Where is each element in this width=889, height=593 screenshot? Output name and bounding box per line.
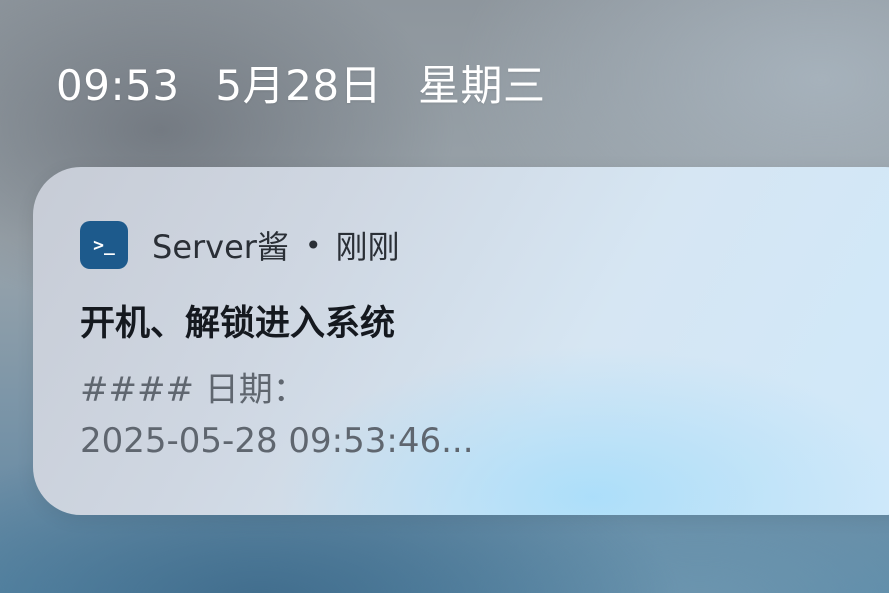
terminal-icon: >_ bbox=[80, 221, 128, 269]
separator-dot: • bbox=[304, 228, 322, 262]
notification-header: >_ Server酱 • 刚刚 bbox=[80, 221, 399, 269]
notification-time: 刚刚 bbox=[335, 228, 400, 266]
notification-body-line-2: 2025-05-28 09:53:46... bbox=[80, 421, 474, 461]
notification-card[interactable]: >_ Server酱 • 刚刚 开机、解锁进入系统 #### 日期： 2025-… bbox=[33, 167, 889, 515]
notification-body-line-1: #### 日期： bbox=[80, 370, 307, 410]
lockscreen-clock: 09:53 5月28日 星期三 bbox=[56, 52, 545, 113]
clock-date: 5月28日 bbox=[215, 61, 383, 110]
app-name: Server酱 bbox=[152, 228, 289, 266]
clock-weekday: 星期三 bbox=[417, 61, 546, 110]
terminal-icon-glyph: >_ bbox=[93, 234, 115, 256]
clock-time: 09:53 bbox=[56, 61, 180, 110]
notification-title: 开机、解锁进入系统 bbox=[80, 304, 396, 344]
